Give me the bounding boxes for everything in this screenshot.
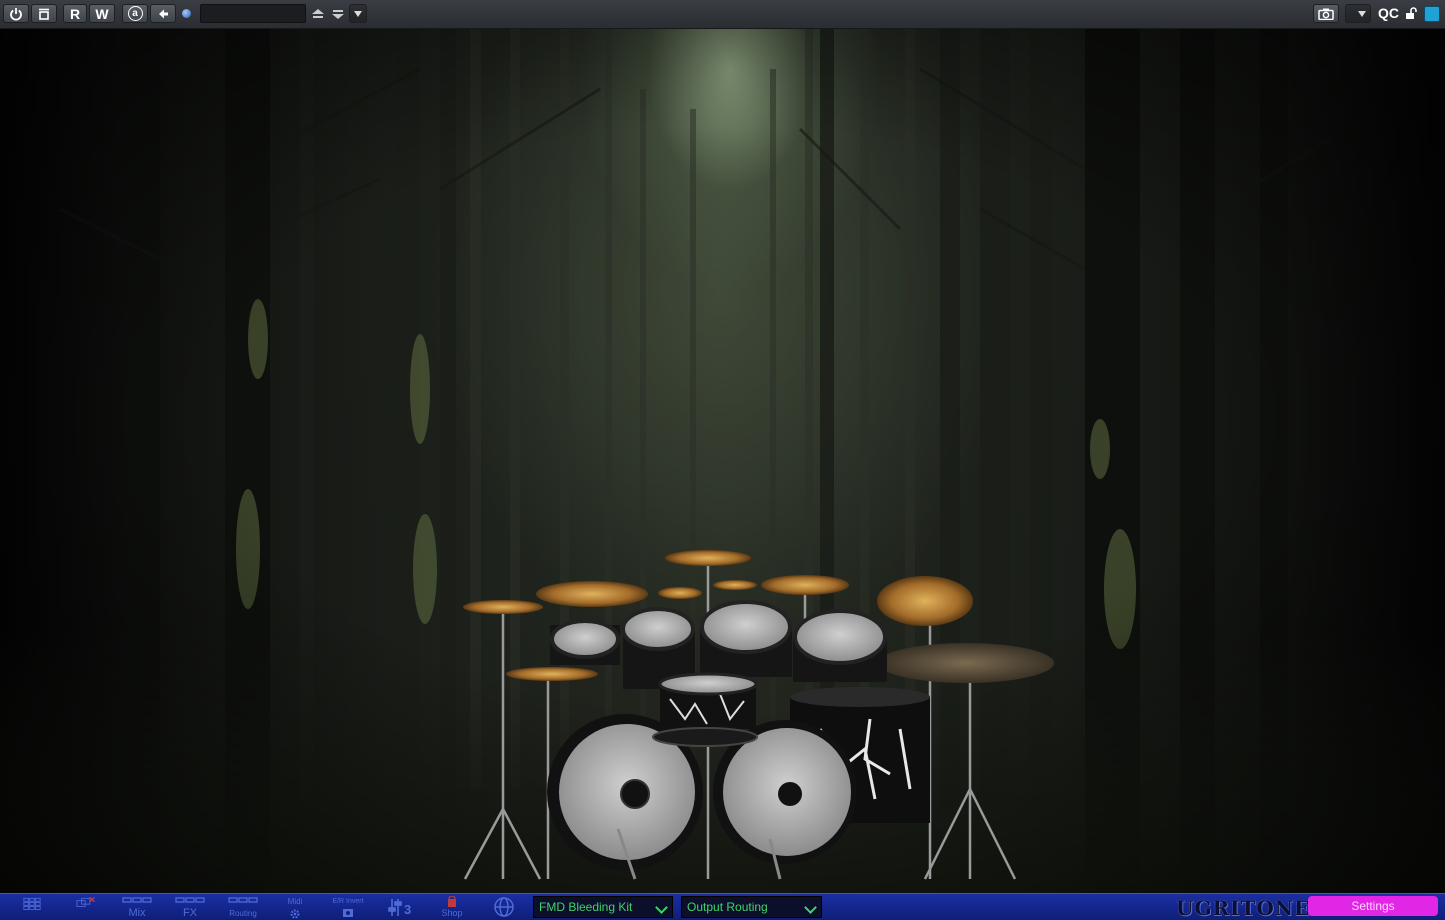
preset-up-button[interactable]: [308, 4, 328, 23]
brand-logo: UGRITONE: [1176, 896, 1311, 920]
svg-text:3: 3: [404, 902, 411, 917]
fx-icon: [175, 897, 205, 903]
unlock-icon[interactable]: [1405, 7, 1417, 25]
drum-kit: [463, 550, 1054, 880]
arrow-left-icon: [159, 9, 168, 18]
output-routing-dropdown[interactable]: Output Routing: [681, 896, 822, 918]
arrow-down-icon: [332, 9, 344, 19]
compare-button[interactable]: [31, 4, 57, 23]
nav-midi-label: Midi: [287, 897, 303, 906]
kit-preset-value: FMD Bleeding Kit: [539, 900, 633, 914]
grid-icon: [23, 897, 41, 910]
globe-icon: [494, 897, 514, 917]
preset-menu-button[interactable]: [349, 4, 367, 23]
output-routing-value: Output Routing: [687, 900, 768, 914]
tom-1[interactable]: [550, 619, 620, 665]
drum-throne: [652, 727, 758, 747]
sliders-icon: 3: [388, 899, 411, 917]
write-automation-button[interactable]: W: [89, 4, 115, 23]
snapshot-button[interactable]: [1313, 4, 1339, 23]
preset-down-button[interactable]: [328, 4, 348, 23]
activity-dot-icon: [182, 9, 191, 18]
ride-cymbal[interactable]: [878, 643, 1054, 683]
host-toolbar: R W a QC: [0, 0, 1445, 29]
caret-down-icon: [354, 10, 362, 17]
routing-icon: [228, 897, 258, 903]
network-disconnect-icon: [76, 896, 95, 907]
splash-cymbal-small[interactable]: [658, 587, 702, 599]
shop-icon: [448, 896, 456, 907]
auto-button[interactable]: a: [122, 4, 148, 23]
settings-button[interactable]: Settings: [1308, 896, 1438, 916]
nav-network[interactable]: [64, 894, 104, 920]
chevron-down-icon: [804, 901, 817, 914]
back-button[interactable]: [150, 4, 176, 23]
nav-shop[interactable]: Shop: [432, 894, 472, 920]
nav-mix[interactable]: Mix: [117, 894, 157, 920]
chevron-down-icon: [655, 901, 668, 914]
nav-kit-view[interactable]: [12, 894, 52, 920]
read-automation-button[interactable]: R: [63, 4, 87, 23]
nav-fx[interactable]: FX: [170, 894, 210, 920]
camera-icon: [1318, 8, 1334, 20]
china-cymbal-left[interactable]: [463, 600, 543, 614]
drum-kit-view: [0, 29, 1445, 893]
china-cymbal-right[interactable]: [877, 576, 973, 626]
mixer-icon: [122, 897, 152, 903]
invert-icon: [343, 909, 353, 917]
compare-icon: [39, 8, 49, 20]
power-icon: [10, 7, 22, 21]
caret-down-icon: [1358, 10, 1366, 17]
preset-name-field[interactable]: [200, 4, 306, 23]
midi-gear-icon: [290, 909, 300, 919]
splash-cymbal-right[interactable]: [713, 580, 757, 590]
snapshot-menu-button[interactable]: [1345, 4, 1371, 23]
kit-preset-dropdown[interactable]: FMD Bleeding Kit: [533, 896, 673, 918]
quick-controls-label[interactable]: QC: [1378, 4, 1399, 23]
crash-cymbal-left[interactable]: [536, 581, 648, 607]
auto-label: a: [127, 6, 143, 21]
hihat[interactable]: [506, 667, 598, 681]
snare-drum[interactable]: [658, 672, 758, 729]
arrow-up-icon: [312, 8, 324, 18]
crash-cymbal-right[interactable]: [761, 575, 849, 595]
tom-4[interactable]: [793, 609, 887, 682]
channel-color-swatch[interactable]: [1424, 6, 1440, 22]
nav-midi[interactable]: Midi: [275, 894, 315, 920]
nav-routing[interactable]: Routing: [223, 894, 263, 920]
nav-globe[interactable]: [484, 894, 524, 920]
splash-cymbal-top[interactable]: [665, 550, 751, 566]
nav-invert[interactable]: E/R Invert: [328, 894, 368, 920]
nav-sliders[interactable]: 3: [380, 894, 420, 920]
power-button[interactable]: [3, 4, 29, 23]
tom-3[interactable]: [700, 600, 792, 677]
nav-invert-label: E/R Invert: [332, 898, 364, 905]
